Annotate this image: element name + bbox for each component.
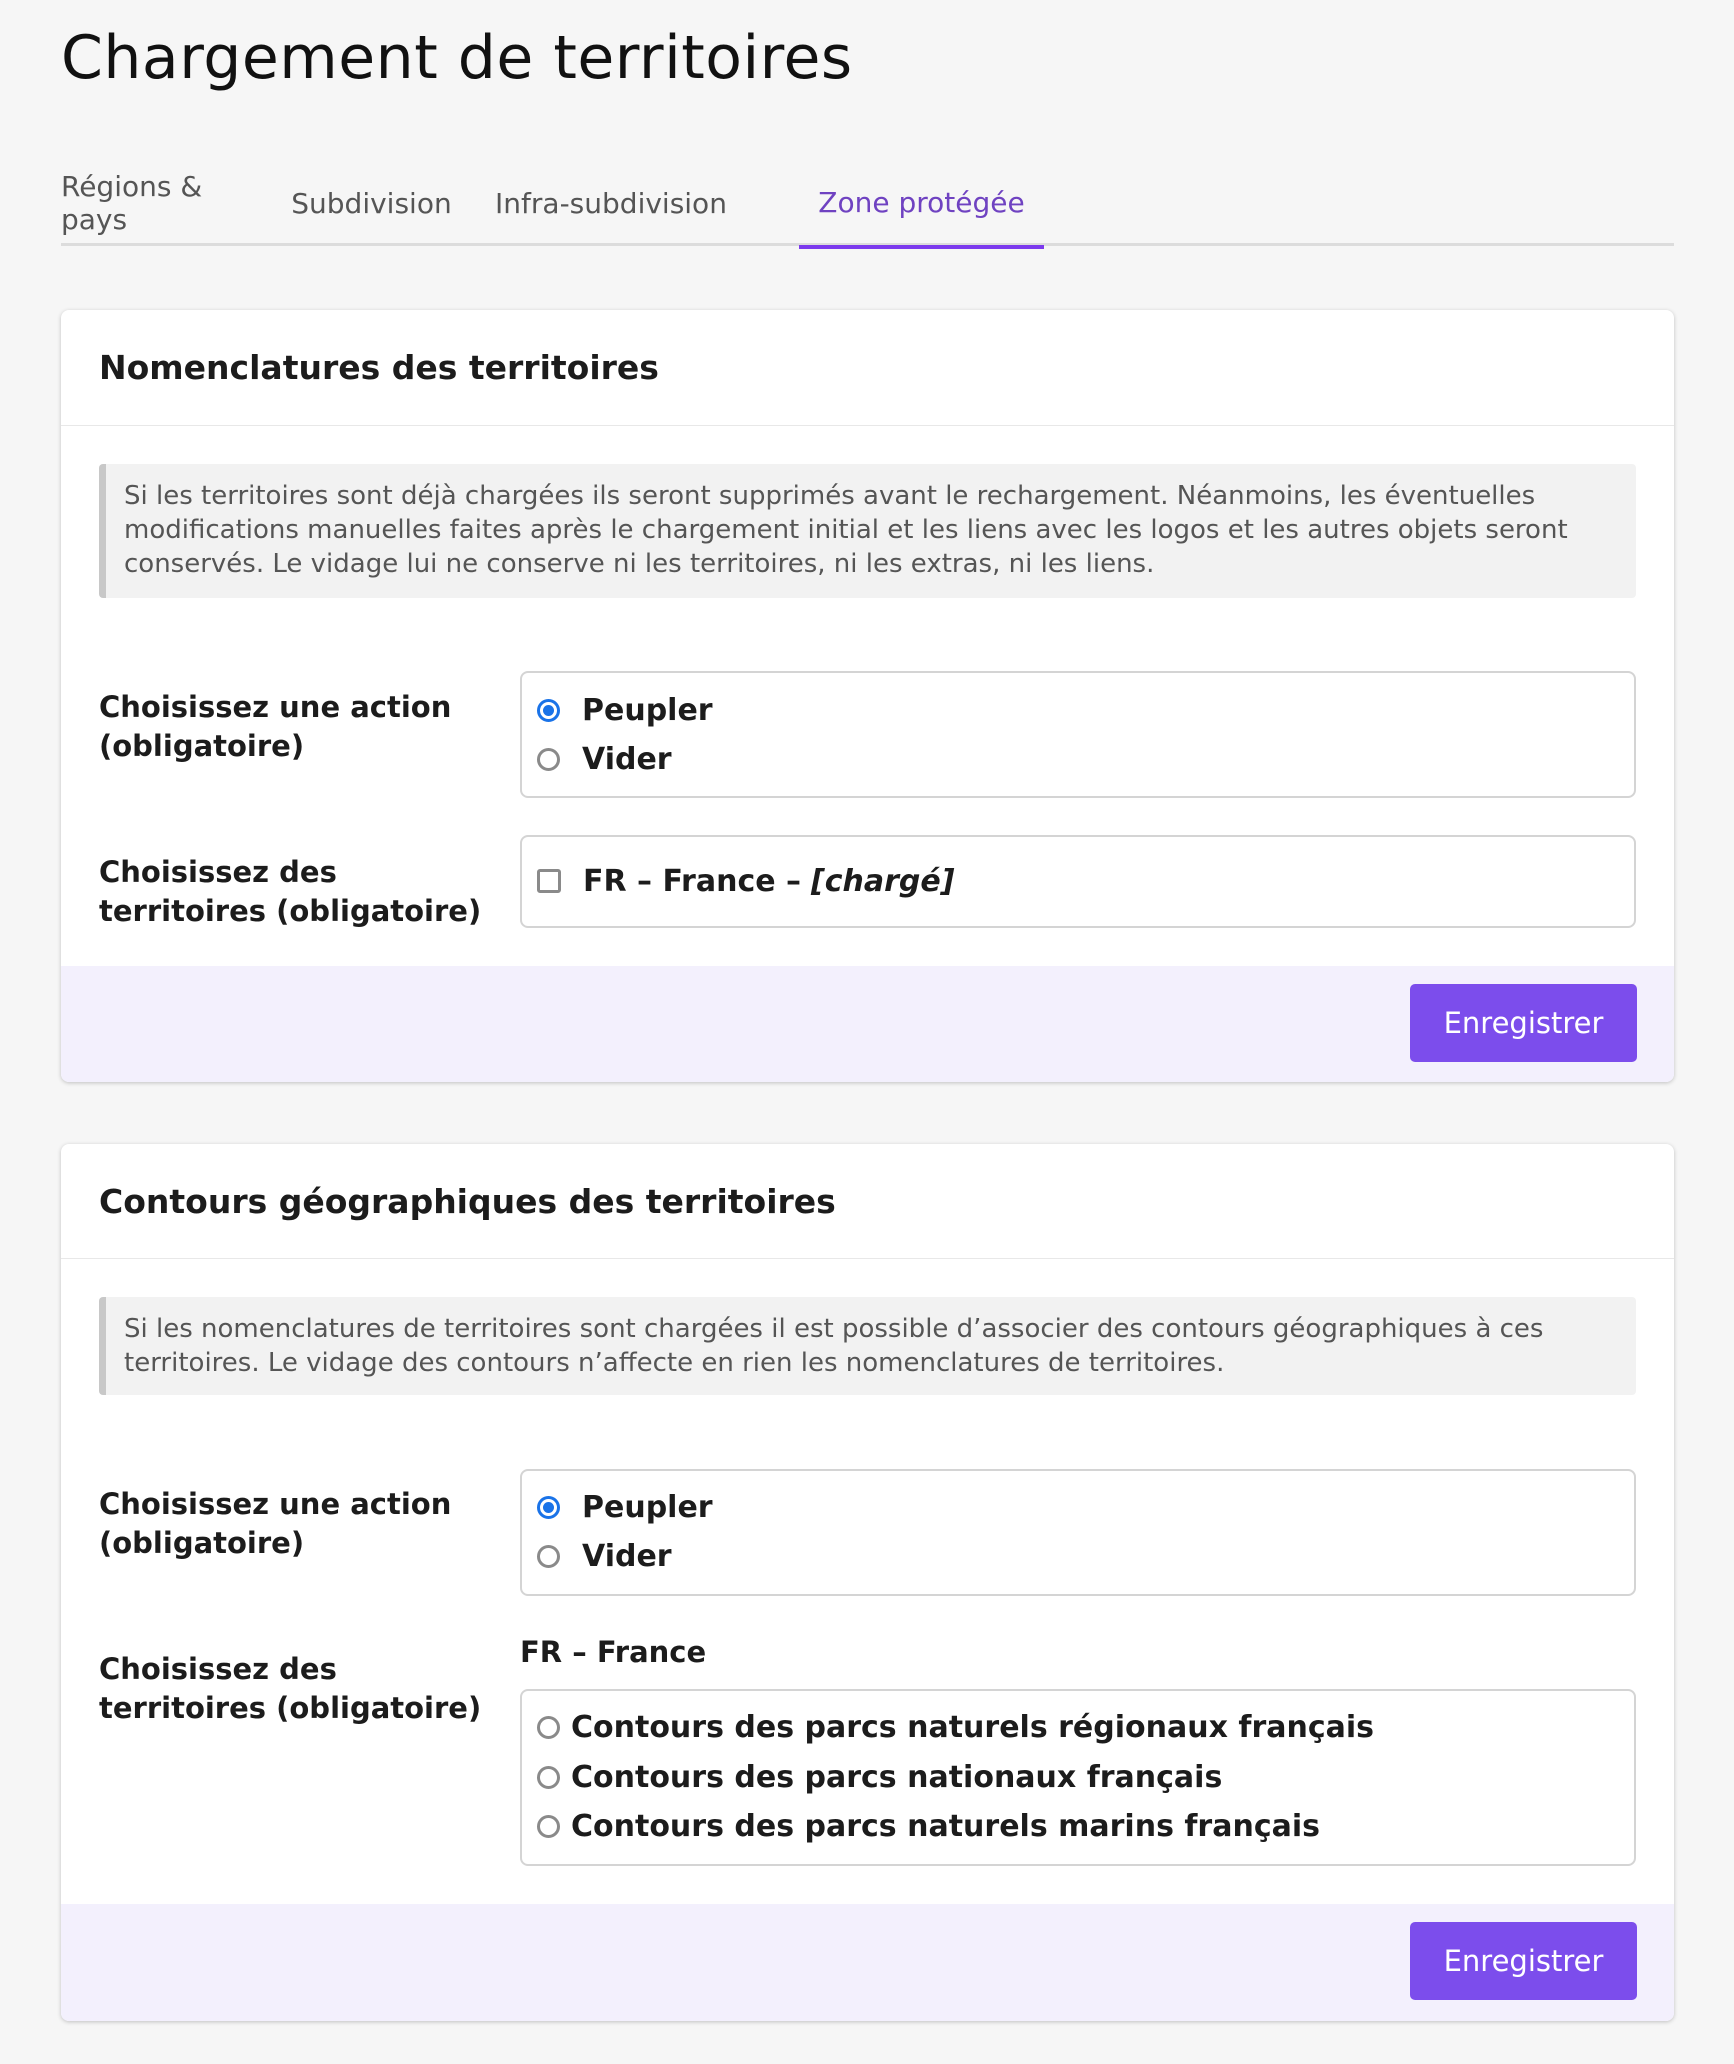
checkbox-unchecked-icon[interactable] <box>537 869 561 893</box>
territory-group-title: FR – France <box>520 1635 707 1669</box>
territory-status: [chargé] <box>811 863 955 899</box>
territories-label: Choisissez des territoires (obligatoire) <box>99 855 482 928</box>
radio-unchecked-icon[interactable] <box>537 1765 560 1789</box>
radio-unchecked-icon[interactable] <box>537 1544 560 1568</box>
card-footer: Enregistrer <box>61 1904 1674 2021</box>
contours-card: Contours géographiques des territoires S… <box>61 1144 1674 2021</box>
radio-unchecked-icon[interactable] <box>537 1814 560 1838</box>
save-button[interactable]: Enregistrer <box>1410 984 1637 1062</box>
contour-option-parcs-naturels-marins[interactable]: Contours des parcs naturels marins franç… <box>537 1807 1320 1845</box>
radio-label: Vider <box>582 741 672 777</box>
contour-option-parcs-naturels-regionaux[interactable]: Contours des parcs naturels régionaux fr… <box>537 1708 1374 1746</box>
card-title: Nomenclatures des territoires <box>99 348 659 387</box>
tab-infra-subdivision[interactable]: Infra-subdivision <box>482 160 740 246</box>
tab-subdivision[interactable]: Subdivision <box>261 160 482 246</box>
nomenclatures-card: Nomenclatures des territoires Si les ter… <box>61 310 1674 1082</box>
contours-radio-group: Contours des parcs naturels régionaux fr… <box>520 1689 1636 1866</box>
tab-zone-protegee[interactable]: Zone protégée <box>799 160 1044 249</box>
radio-unchecked-icon[interactable] <box>537 1715 560 1739</box>
contour-label: Contours des parcs naturels marins franç… <box>571 1808 1320 1844</box>
radio-option-vider[interactable]: Vider <box>537 740 672 778</box>
radio-option-vider[interactable]: Vider <box>537 1537 672 1575</box>
card-header: Nomenclatures des territoires <box>61 310 1674 426</box>
info-notice: Si les territoires sont déjà chargées il… <box>99 464 1636 598</box>
action-radio-group: Peupler Vider <box>520 1469 1636 1596</box>
action-label: Choisissez une action (obligatoire) <box>99 690 452 763</box>
action-label: Choisissez une action (obligatoire) <box>99 1487 452 1560</box>
radio-checked-icon[interactable] <box>537 698 560 722</box>
territories-label: Choisissez des territoires (obligatoire) <box>99 1652 482 1725</box>
contour-label: Contours des parcs nationaux français <box>571 1759 1223 1795</box>
action-radio-group: Peupler Vider <box>520 671 1636 798</box>
radio-option-peupler[interactable]: Peupler <box>537 1488 713 1526</box>
card-title: Contours géographiques des territoires <box>99 1181 836 1221</box>
card-header: Contours géographiques des territoires <box>61 1144 1674 1259</box>
contour-label: Contours des parcs naturels régionaux fr… <box>571 1709 1375 1745</box>
page: Chargement de territoires Régions & pays… <box>0 0 1734 2064</box>
card-footer: Enregistrer <box>61 966 1674 1082</box>
radio-label: Vider <box>582 1538 672 1574</box>
radio-option-peupler[interactable]: Peupler <box>537 691 713 729</box>
tab-regions-pays[interactable]: Régions & pays <box>61 160 261 246</box>
tab-bar: Régions & pays Subdivision Infra-subdivi… <box>61 160 1674 249</box>
radio-label: Peupler <box>582 1489 713 1525</box>
territory-label: FR – France – <box>583 863 802 899</box>
page-title: Chargement de territoires <box>61 23 853 93</box>
territory-option-fr[interactable]: FR – France – [chargé] <box>537 862 954 900</box>
radio-checked-icon[interactable] <box>537 1495 560 1519</box>
radio-unchecked-icon[interactable] <box>537 747 560 771</box>
contour-option-parcs-nationaux[interactable]: Contours des parcs nationaux français <box>537 1758 1222 1796</box>
territory-checkbox-group: FR – France – [chargé] <box>520 835 1636 928</box>
save-button[interactable]: Enregistrer <box>1410 1922 1637 2000</box>
radio-label: Peupler <box>582 692 713 728</box>
info-notice: Si les nomenclatures de territoires sont… <box>99 1297 1636 1395</box>
